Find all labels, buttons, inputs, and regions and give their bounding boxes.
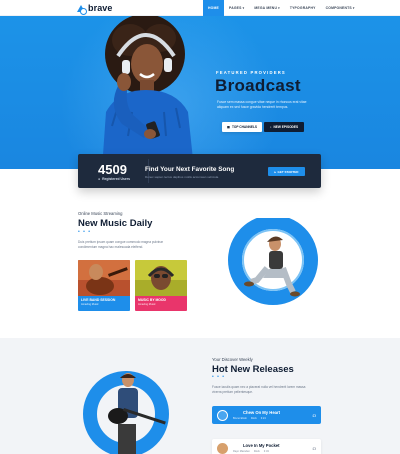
nav-item-pages[interactable]: PAGES ▾ [224,0,249,16]
arrow-icon: ▸ [274,169,277,174]
headphones-icon[interactable]: ☊ [312,413,316,418]
hero-woman-with-headphones-image [102,16,194,169]
guitar-player-image [78,260,130,300]
logo-icon [77,4,87,15]
track-title: Chew On My Heart [243,410,280,416]
nav-item-components[interactable]: COMPONENTS ▾ [321,0,360,16]
music-daily-title: New Music Daily [78,218,153,229]
track-genre: Rock [250,416,257,420]
track-row[interactable]: Chew On My Heart Bruno Elwin Rock 3:24 ☊ [212,406,321,424]
track-title: Love In My Pocket [243,443,280,449]
woman-with-headphones-image [135,260,187,300]
new-episodes-button[interactable]: ♪ NEW EPISODES [264,122,304,132]
card-title: LIVE BAND SESSION [81,298,116,302]
card-title: MUSIC BY MOOD [138,298,167,302]
track-thumbnail [217,409,228,421]
hero-section: FEATURED PROVIDERS Broadcast Fusce sem m… [0,16,400,169]
stats-title: Find Your Next Favorite Song [145,166,235,173]
track-row[interactable]: Love In My Pocket Rayn Marsden Rock 3:34… [212,439,321,454]
hero-overline: FEATURED PROVIDERS [216,70,286,75]
hero-description: Fusce sem massa congue vitae neque in rh… [217,100,307,109]
track-genre: Rock [253,449,260,453]
logo-text: brave [88,3,113,13]
section-dots: • • • [212,374,226,380]
registered-users-count: 4509 [98,162,127,177]
registered-users-label: ● Registered Users [98,177,130,181]
music-note-icon: ♪ [269,125,272,129]
chevron-down-icon: ▾ [278,6,280,10]
card-music-by-mood[interactable]: MUSIC BY MOOD Amazing Music [135,260,187,311]
section-dots: • • • [78,229,92,235]
top-channels-button[interactable]: ▦ TOP CHANNELS [222,122,262,132]
track-artist: Bruno Elwin [233,416,247,420]
stats-bar: 4509 ● Registered Users Find Your Next F… [78,154,321,188]
hero-title: Broadcast [215,76,301,95]
get-started-button[interactable]: ▸ GET STARTED [268,167,305,176]
main-menu: HOME PAGES ▾ MEGA MENU ▾ TYPOGRAPHY COMPON… [203,0,360,16]
hot-new-releases-section [0,338,400,454]
nav-item-typography[interactable]: TYPOGRAPHY [285,0,321,16]
releases-text: Fusce iaculis quam nec a placerat nulla … [212,385,306,394]
card-subtitle: Amazing Music [138,303,156,306]
music-daily-overline: Online Music Streaming [78,211,123,216]
releases-overline: Your Discover Weekly [212,357,253,362]
grid-icon: ▦ [226,125,230,129]
headphones-icon[interactable]: ☊ [312,446,316,451]
nav-item-home[interactable]: HOME [203,0,224,16]
nav-item-mega-menu[interactable]: MEGA MENU ▾ [249,0,285,16]
track-artist: Rayn Marsden [233,449,250,453]
guitarist-ring-image [83,371,169,454]
track-duration: 3:24 [260,416,266,420]
stats-text: Donec sapien lectus dapibus mollis accum… [145,175,220,179]
card-live-band-session[interactable]: LIVE BAND SESSION Amazing Music [78,260,130,311]
user-icon: ● [98,177,101,181]
man-sitting-ring-image [228,218,318,305]
track-duration: 3:34 [263,449,269,453]
chevron-down-icon: ▾ [352,6,355,10]
track-thumbnail [217,442,228,454]
chevron-down-icon: ▾ [242,6,245,10]
brand-logo[interactable]: brave [77,3,113,15]
music-daily-text: Duis pretium ipsum quam congue commodo m… [78,240,164,249]
top-navbar: brave HOME PAGES ▾ MEGA MENU ▾ TYPOGRAPHY … [0,0,400,16]
card-subtitle: Amazing Music [81,303,99,306]
